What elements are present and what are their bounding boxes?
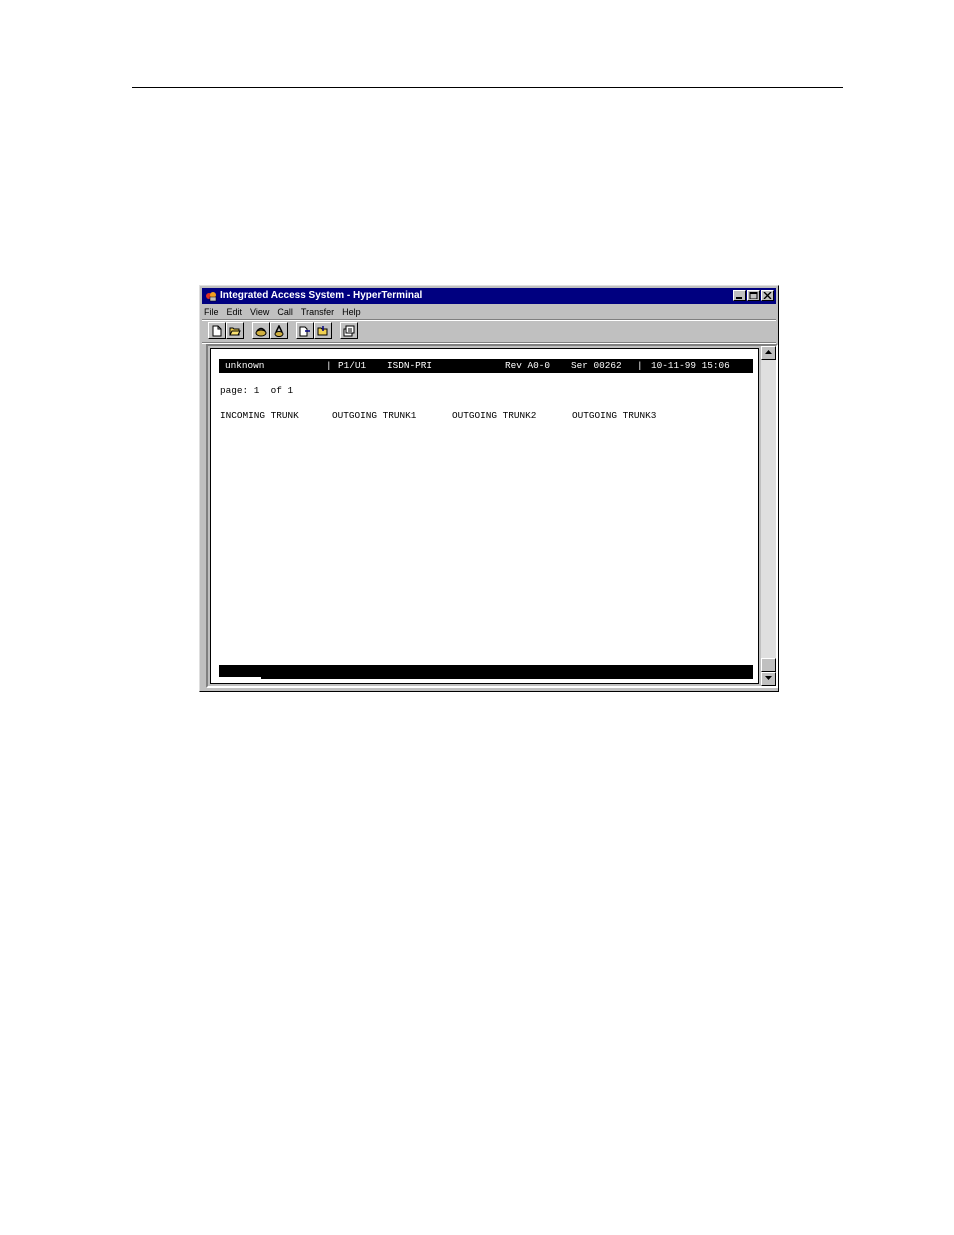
close-button[interactable]	[761, 290, 774, 301]
status-slot: P1/U1	[338, 360, 367, 371]
terminal-frame: unknown | P1/U1 ISDN-PRI Rev A0-0 Ser 00…	[206, 344, 778, 688]
new-connection-button[interactable]	[208, 322, 226, 339]
page-header-rule	[132, 87, 843, 88]
menu-separator	[202, 319, 776, 321]
hyperterminal-window: Integrated Access System - HyperTerminal…	[199, 285, 779, 692]
status-card-type: ISDN-PRI	[387, 360, 433, 371]
scroll-up-button[interactable]	[761, 346, 776, 360]
menu-help[interactable]: Help	[342, 305, 361, 319]
disconnect-button[interactable]	[270, 322, 288, 339]
status-device-name: unknown	[225, 360, 265, 371]
send-icon	[299, 326, 310, 337]
menu-edit[interactable]: Edit	[227, 305, 243, 319]
column-incoming-trunk: INCOMING TRUNK	[220, 410, 299, 421]
status-datetime: 10-11-99 15:06	[651, 360, 730, 371]
status-separator: |	[637, 360, 643, 371]
scrollbar-thumb[interactable]	[761, 658, 776, 672]
title-bar[interactable]: Integrated Access System - HyperTerminal	[202, 288, 776, 304]
receive-icon	[317, 326, 328, 336]
properties-button[interactable]	[340, 322, 358, 339]
connect-icon	[255, 327, 267, 337]
send-button[interactable]	[296, 322, 314, 339]
scroll-down-button[interactable]	[761, 672, 776, 686]
close-icon	[763, 292, 772, 299]
terminal-cursor	[219, 677, 261, 679]
maximize-button[interactable]	[747, 290, 760, 301]
page-indicator: page: 1 of 1	[220, 385, 294, 396]
column-outgoing-trunk1: OUTGOING TRUNK1	[332, 410, 417, 421]
column-outgoing-trunk3: OUTGOING TRUNK3	[572, 410, 657, 421]
status-serial: Ser 00262	[571, 360, 622, 371]
minimize-button[interactable]	[733, 290, 746, 301]
menu-bar: File Edit View Call Transfer Help	[204, 305, 361, 319]
window-title: Integrated Access System - HyperTerminal	[220, 290, 423, 301]
menu-file[interactable]: File	[204, 305, 219, 319]
properties-icon	[343, 325, 355, 337]
receive-button[interactable]	[314, 322, 332, 339]
arrow-down-icon	[765, 676, 772, 680]
terminal-command-bar	[219, 665, 753, 679]
menu-call[interactable]: Call	[277, 305, 293, 319]
terminal-status-bar: unknown | P1/U1 ISDN-PRI Rev A0-0 Ser 00…	[219, 359, 753, 373]
column-outgoing-trunk2: OUTGOING TRUNK2	[452, 410, 537, 421]
status-separator: |	[326, 360, 332, 371]
minimize-icon	[736, 297, 742, 299]
new-icon	[212, 325, 222, 337]
open-icon	[229, 327, 241, 336]
window-controls	[732, 290, 774, 302]
vertical-scrollbar[interactable]	[761, 346, 776, 686]
menu-view[interactable]: View	[250, 305, 269, 319]
open-button[interactable]	[226, 322, 244, 339]
connect-button[interactable]	[252, 322, 270, 339]
status-revision: Rev A0-0	[505, 360, 551, 371]
menu-transfer[interactable]: Transfer	[301, 305, 334, 319]
arrow-up-icon	[765, 350, 772, 354]
hyperterminal-app-icon	[206, 292, 217, 302]
terminal-screen[interactable]: unknown | P1/U1 ISDN-PRI Rev A0-0 Ser 00…	[210, 348, 759, 684]
disconnect-icon	[274, 325, 284, 337]
maximize-icon	[749, 292, 758, 299]
